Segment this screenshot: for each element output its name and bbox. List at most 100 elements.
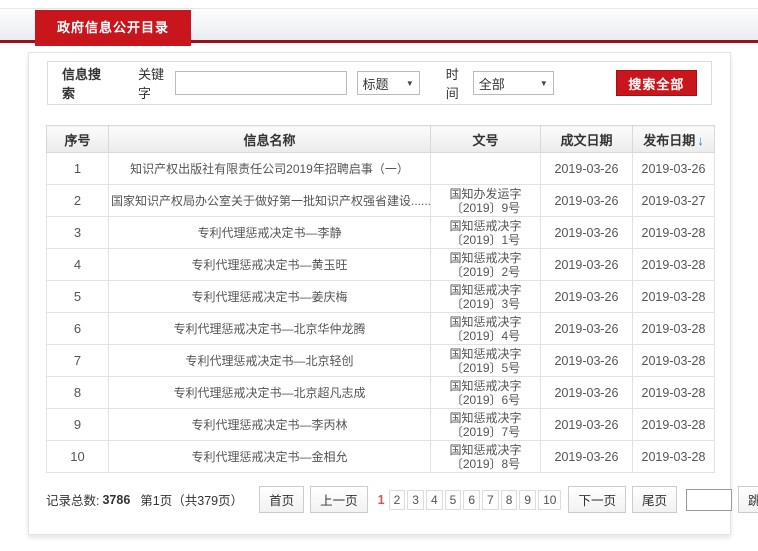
record-title-cell: 专利代理惩戒决定书—李丙林 <box>108 408 431 441</box>
record-title-link[interactable]: 专利代理惩戒决定书—李丙林 <box>191 418 347 432</box>
page-number-link[interactable]: 9 <box>519 489 537 510</box>
page-header: 政府信息公开目录 <box>0 0 758 46</box>
search-all-button[interactable]: 搜索全部 <box>615 70 697 96</box>
row-number: 2 <box>46 184 109 217</box>
row-number: 10 <box>46 440 109 473</box>
record-title-link[interactable]: 专利代理惩戒决定书—金相允 <box>191 450 347 464</box>
doc-number: 国知惩戒决字 〔2019〕4号 <box>430 312 541 345</box>
write-date: 2019-03-26 <box>540 152 633 185</box>
page-info: 第1页（共379页） <box>140 494 244 508</box>
row-number: 7 <box>46 344 109 377</box>
row-number: 3 <box>46 216 109 249</box>
pub-date: 2019-03-28 <box>632 440 715 473</box>
record-title-cell: 专利代理惩戒决定书—北京超凡志成 <box>108 376 431 409</box>
table-row: 3 专利代理惩戒决定书—李静 国知惩戒决字 〔2019〕1号 2019-03-2… <box>46 216 715 249</box>
sort-desc-icon: ↓ <box>697 132 704 148</box>
record-title-cell: 专利代理惩戒决定书—姜庆梅 <box>108 280 431 313</box>
time-select[interactable]: 全部 ▼ <box>472 71 554 95</box>
table-body: 1 知识产权出版社有限责任公司2019年招聘启事（一） 2019-03-26 2… <box>46 152 715 473</box>
write-date: 2019-03-26 <box>540 440 633 473</box>
page-number-link[interactable]: 8 <box>500 489 518 510</box>
write-date: 2019-03-26 <box>540 312 633 345</box>
pub-date: 2019-03-28 <box>632 376 715 409</box>
field-select[interactable]: 标题 ▼ <box>356 71 420 95</box>
record-title-link[interactable]: 知识产权出版社有限责任公司2019年招聘启事（一） <box>130 162 409 176</box>
write-date: 2019-03-26 <box>540 280 633 313</box>
prev-page-button[interactable]: 上一页 <box>310 486 368 513</box>
chevron-down-icon: ▼ <box>539 78 548 88</box>
page-number-link[interactable]: 6 <box>463 489 481 510</box>
page-number-link[interactable]: 4 <box>425 489 443 510</box>
pub-date: 2019-03-26 <box>632 152 715 185</box>
chevron-down-icon: ▼ <box>405 78 414 88</box>
pub-date: 2019-03-28 <box>632 312 715 345</box>
record-title-cell: 专利代理惩戒决定书—黄玉旺 <box>108 248 431 281</box>
table-header-row: 序号 信息名称 文号 成文日期 发布日期 ↓ <box>46 125 715 153</box>
table-row: 2 国家知识产权局办公室关于做好第一批知识产权强省建设...... 国知办发运字… <box>46 184 715 217</box>
table-row: 4 专利代理惩戒决定书—黄玉旺 国知惩戒决字 〔2019〕2号 2019-03-… <box>46 248 715 281</box>
col-header-no: 序号 <box>46 125 109 153</box>
doc-number: 国知办发运字 〔2019〕9号 <box>430 184 541 217</box>
record-title-cell: 国家知识产权局办公室关于做好第一批知识产权强省建设...... <box>108 184 431 217</box>
page-number-link[interactable]: 2 <box>388 489 406 510</box>
doc-number <box>430 152 541 185</box>
write-date: 2019-03-26 <box>540 408 633 441</box>
search-form: 信息搜索 关键字 标题 ▼ 时间 全部 ▼ 搜索全部 <box>47 61 712 105</box>
col-header-doc-no: 文号 <box>430 125 541 153</box>
col-header-pub-date[interactable]: 发布日期 ↓ <box>632 125 715 153</box>
table-row: 7 专利代理惩戒决定书—北京轻创 国知惩戒决字 〔2019〕5号 2019-03… <box>46 344 715 377</box>
pub-date: 2019-03-28 <box>632 248 715 281</box>
table-row: 9 专利代理惩戒决定书—李丙林 国知惩戒决字 〔2019〕7号 2019-03-… <box>46 408 715 441</box>
doc-number: 国知惩戒决字 〔2019〕7号 <box>430 408 541 441</box>
pub-date: 2019-03-28 <box>632 408 715 441</box>
last-page-button[interactable]: 尾页 <box>631 486 677 513</box>
field-select-value: 标题 <box>362 76 389 92</box>
doc-number: 国知惩戒决字 〔2019〕8号 <box>430 440 541 473</box>
time-select-value: 全部 <box>478 76 505 92</box>
tab-gov-info-directory[interactable]: 政府信息公开目录 <box>35 10 192 46</box>
pub-date: 2019-03-28 <box>632 280 715 313</box>
doc-number: 国知惩戒决字 〔2019〕1号 <box>430 216 541 249</box>
record-title-link[interactable]: 专利代理惩戒决定书—北京轻创 <box>185 354 353 368</box>
row-number: 8 <box>46 376 109 409</box>
page-number-link[interactable]: 10 <box>538 489 562 510</box>
keyword-label: 关键字 <box>138 67 165 101</box>
page-number-link[interactable]: 5 <box>444 489 462 510</box>
jump-page-input[interactable] <box>685 488 732 511</box>
record-title-link[interactable]: 专利代理惩戒决定书—李静 <box>197 226 341 240</box>
doc-number: 国知惩戒决字 〔2019〕2号 <box>430 248 541 281</box>
table-row: 6 专利代理惩戒决定书—北京华仲龙腾 国知惩戒决字 〔2019〕4号 2019-… <box>46 312 715 345</box>
col-header-title: 信息名称 <box>108 125 431 153</box>
record-title-link[interactable]: 专利代理惩戒决定书—姜庆梅 <box>191 290 347 304</box>
write-date: 2019-03-26 <box>540 376 633 409</box>
record-title-link[interactable]: 专利代理惩戒决定书—北京超凡志成 <box>173 386 365 400</box>
table-row: 1 知识产权出版社有限责任公司2019年招聘启事（一） 2019-03-26 2… <box>46 152 715 185</box>
pub-date: 2019-03-27 <box>632 184 715 217</box>
pub-date-header-label: 发布日期 <box>643 132 696 148</box>
write-date: 2019-03-26 <box>540 248 633 281</box>
row-number: 5 <box>46 280 109 313</box>
write-date: 2019-03-26 <box>540 216 633 249</box>
row-number: 9 <box>46 408 109 441</box>
page-number-link[interactable]: 3 <box>407 489 424 510</box>
first-page-button[interactable]: 首页 <box>259 486 305 513</box>
record-title-link[interactable]: 专利代理惩戒决定书—黄玉旺 <box>191 258 347 272</box>
content-card: 信息搜索 关键字 标题 ▼ 时间 全部 ▼ 搜索全部 序号 信息名称 文号 成文… <box>28 52 758 535</box>
table-row: 8 专利代理惩戒决定书—北京超凡志成 国知惩戒决字 〔2019〕6号 2019-… <box>46 376 715 409</box>
next-page-button[interactable]: 下一页 <box>568 486 626 513</box>
record-title-cell: 专利代理惩戒决定书—北京华仲龙腾 <box>108 312 431 345</box>
pagination-bar: 记录总数: 3786 第1页（共379页） 首页 上一页 1 2 3 4 5 6… <box>46 486 758 513</box>
page-number-link[interactable]: 7 <box>482 489 499 510</box>
records-table: 序号 信息名称 文号 成文日期 发布日期 ↓ 1 知识产权出版社有限责任公司201… <box>46 125 715 473</box>
record-title-cell: 专利代理惩戒决定书—李静 <box>108 216 431 249</box>
record-title-link[interactable]: 国家知识产权局办公室关于做好第一批知识产权强省建设...... <box>111 194 430 208</box>
write-date: 2019-03-26 <box>540 344 633 377</box>
jump-button[interactable]: 跳转 <box>737 486 758 513</box>
total-records-label: 记录总数: <box>46 494 100 508</box>
keyword-input[interactable] <box>174 71 347 95</box>
table-row: 5 专利代理惩戒决定书—姜庆梅 国知惩戒决字 〔2019〕3号 2019-03-… <box>46 280 715 313</box>
pub-date: 2019-03-28 <box>632 344 715 377</box>
record-title-cell: 知识产权出版社有限责任公司2019年招聘启事（一） <box>108 152 431 185</box>
pub-date: 2019-03-28 <box>632 216 715 249</box>
record-title-link[interactable]: 专利代理惩戒决定书—北京华仲龙腾 <box>173 322 365 336</box>
